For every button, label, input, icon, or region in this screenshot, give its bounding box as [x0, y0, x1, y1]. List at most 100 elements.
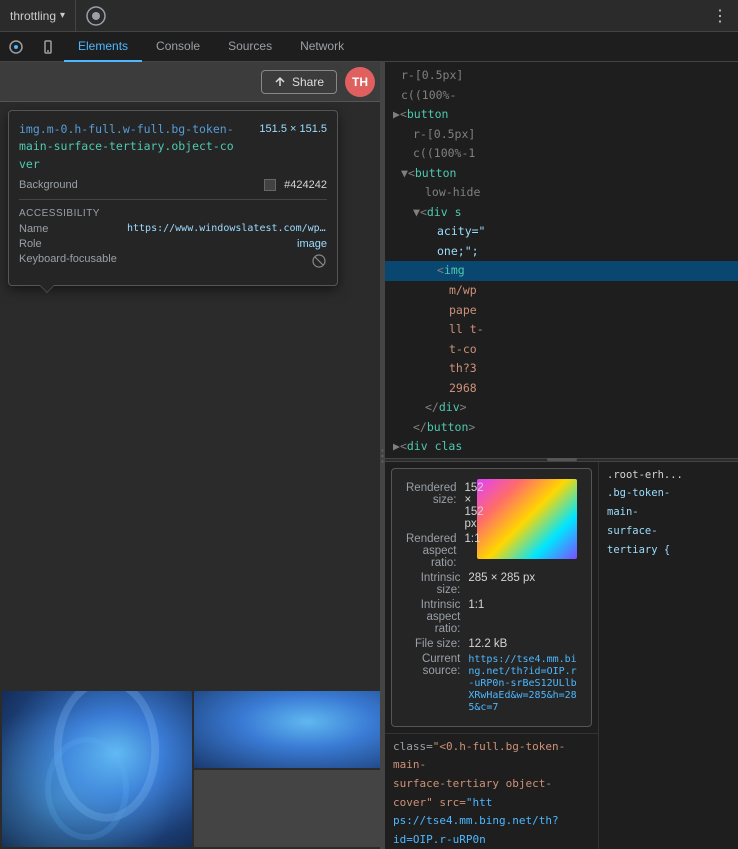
code-line: 2968	[385, 379, 738, 399]
main-content: Share TH 151.5 × 151.5 img.m-0.h-full.w-…	[0, 62, 738, 849]
rendered-size-value: 152 × 152 px	[465, 482, 484, 530]
intrinsic-size-row: Intrinsic size: 285 × 285 px	[406, 572, 577, 596]
code-line: low-hide	[385, 183, 738, 203]
stylus-icon	[84, 4, 108, 28]
rendered-aspect-label: Rendered aspect ratio:	[406, 533, 457, 569]
mobile-icon	[41, 40, 55, 54]
background-label: Background	[19, 179, 78, 191]
keyboard-row: Keyboard-focusable	[19, 253, 327, 272]
code-line: th?3	[385, 359, 738, 379]
code-line: m/wp	[385, 281, 738, 301]
code-line: class="<0.h-full.bg-token-main-	[393, 738, 590, 775]
bottom-code-content: class="<0.h-full.bg-token-main- surface-…	[393, 738, 590, 849]
cursor-icon	[9, 40, 23, 54]
elements-panel[interactable]: r-[0.5px] c((100%- ▶<button r-[0.5px] c(…	[385, 62, 738, 458]
wallpaper-blue-image	[2, 691, 192, 847]
image-info-section: Rendered size: 152 × 152 px Rendered asp…	[385, 462, 598, 849]
file-size-row: File size: 12.2 kB	[406, 638, 577, 650]
code-line: ▶<div clas	[385, 437, 738, 457]
code-line: ps://tse4.mm.bing.net/th?id=OIP.r-uRP0n	[393, 812, 590, 849]
code-line: r-[0.5px]	[385, 125, 738, 145]
intrinsic-size-value: 285 × 285 px	[468, 572, 577, 584]
css-line: tertiary {	[607, 541, 730, 560]
code-line: r-[0.5px]	[385, 66, 738, 86]
rendered-aspect-row: Rendered aspect ratio: 1:1	[406, 533, 455, 569]
intrinsic-aspect-label: Intrinsic aspect ratio:	[406, 599, 460, 635]
rendered-aspect-value: 1:1	[465, 533, 481, 545]
image-right-column	[194, 691, 384, 847]
rendered-size-label: Rendered size:	[406, 482, 457, 506]
bottom-code-section: class="<0.h-full.bg-token-main- surface-…	[385, 733, 598, 849]
divider	[19, 199, 327, 200]
css-properties-sidebar: .root-erh... .bg-token- main- surface- t…	[598, 462, 738, 849]
css-sidebar-content: .root-erh... .bg-token- main- surface- t…	[607, 466, 730, 560]
image-thumbnail	[477, 479, 577, 559]
code-line: c((100%-1	[385, 144, 738, 164]
current-source-label: Current source:	[406, 653, 460, 677]
css-line: .bg-token-	[607, 484, 730, 503]
no-focus-icon	[311, 253, 327, 272]
code-line: c((100%-	[385, 86, 738, 106]
more-options-button[interactable]: ⋮	[702, 6, 738, 26]
role-value: image	[297, 238, 327, 250]
code-line: ll t-	[385, 320, 738, 340]
throttling-label: throttling	[10, 9, 56, 23]
code-line: one;";	[385, 242, 738, 262]
role-label: Role	[19, 238, 42, 250]
avatar: TH	[345, 67, 375, 97]
devtools-panel: r-[0.5px] c((100%- ▶<button r-[0.5px] c(…	[385, 62, 738, 849]
file-size-value: 12.2 kB	[468, 638, 577, 650]
code-line: </button>	[385, 418, 738, 438]
tab-network[interactable]: Network	[286, 32, 358, 62]
accessibility-title: ACCESSIBILITY	[19, 208, 327, 219]
file-size-label: File size:	[406, 638, 460, 650]
code-line: ▼<button	[385, 164, 738, 184]
current-source-value: https://tse4.mm.bing.net/th?id=OIP.r-uRP…	[468, 653, 577, 713]
code-line: acity="	[385, 222, 738, 242]
share-icon	[274, 76, 286, 88]
name-row: Name https://www.windowslatest.com/wp-co…	[19, 223, 327, 235]
intrinsic-size-label: Intrinsic size:	[406, 572, 460, 596]
code-line-img[interactable]: <img	[385, 261, 738, 281]
tooltip-size: 151.5 × 151.5	[259, 123, 327, 135]
browser-panel: Share TH 151.5 × 151.5 img.m-0.h-full.w-…	[0, 62, 385, 849]
throttling-button[interactable]: throttling ▾	[0, 0, 76, 31]
code-line: ▼<div s	[385, 203, 738, 223]
color-swatch	[264, 179, 276, 191]
top-bar: throttling ▾ ⋮	[0, 0, 738, 32]
tab-console[interactable]: Console	[142, 32, 214, 62]
current-source-row: Current source: https://tse4.mm.bing.net…	[406, 653, 577, 713]
chevron-down-icon: ▾	[60, 10, 65, 21]
rendered-size-row: Rendered size: 152 × 152 px	[406, 482, 455, 530]
bottom-section: Rendered size: 152 × 152 px Rendered asp…	[385, 462, 738, 849]
devtools-tab-bar: Elements Console Sources Network	[0, 32, 738, 62]
css-line: .root-erh...	[607, 466, 730, 485]
name-value: https://www.windowslatest.com/wp-co...	[127, 223, 327, 235]
image-info-panel: Rendered size: 152 × 152 px Rendered asp…	[391, 468, 592, 727]
code-line: surface-tertiary object-cover" src="htt	[393, 775, 590, 812]
intrinsic-aspect-value: 1:1	[468, 599, 577, 611]
role-row: Role image	[19, 238, 327, 250]
image-cell-2	[194, 691, 384, 768]
code-line: ▶<button	[385, 105, 738, 125]
name-label: Name	[19, 223, 48, 235]
image-cell-1	[2, 691, 192, 847]
swirl-decoration	[2, 691, 192, 847]
css-line: main-	[607, 503, 730, 522]
inspector-tooltip: 151.5 × 151.5 img.m-0.h-full.w-full.bg-t…	[8, 110, 338, 286]
device-toggle-button[interactable]	[34, 33, 62, 61]
image-grid	[0, 689, 385, 849]
panel-resize-handle[interactable]	[380, 62, 385, 849]
keyboard-label: Keyboard-focusable	[19, 253, 117, 272]
tab-sources[interactable]: Sources	[214, 32, 286, 62]
code-line: pape	[385, 301, 738, 321]
share-button[interactable]: Share	[261, 70, 337, 94]
background-row: Background #424242	[19, 179, 327, 191]
cursor-icon-button[interactable]	[2, 33, 30, 61]
tab-elements[interactable]: Elements	[64, 32, 142, 62]
browser-nav-bar: Share TH	[0, 62, 385, 102]
background-color-value: #424242	[284, 179, 327, 191]
css-line: surface-	[607, 522, 730, 541]
code-line: t-co	[385, 340, 738, 360]
image-cell-3	[194, 770, 384, 847]
